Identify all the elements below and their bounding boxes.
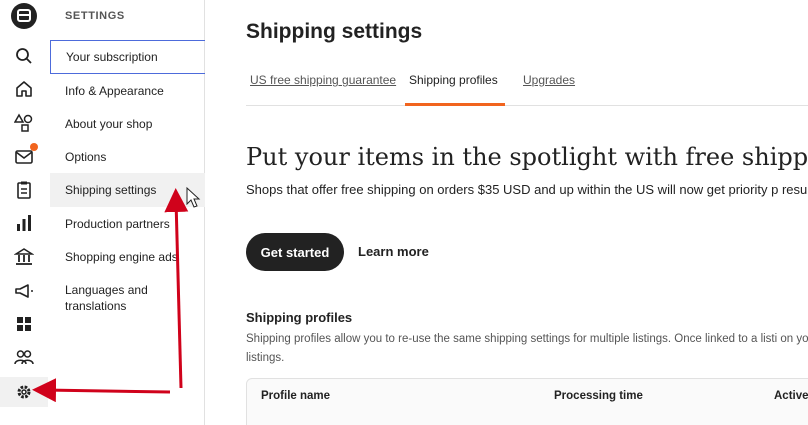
sidebar-item-shopping-engine-ads[interactable]: Shopping engine ads [50, 240, 205, 273]
sidebar-item-shipping-settings[interactable]: Shipping settings [50, 173, 205, 207]
column-header-processing-time[interactable]: Processing time [554, 390, 643, 402]
tab-bar: US free shipping guarantee Shipping prof… [246, 64, 808, 106]
tab-us-free-shipping-guarantee[interactable]: US free shipping guarantee [250, 73, 396, 87]
notification-dot [30, 143, 38, 151]
integrations-icon[interactable] [12, 312, 36, 336]
sidebar-item-options[interactable]: Options [50, 140, 205, 173]
shipping-profiles-title: Shipping profiles [246, 310, 353, 325]
profiles-table: Profile name Processing time Active [246, 378, 808, 425]
orders-icon[interactable] [12, 178, 36, 202]
active-tab-indicator [405, 103, 505, 106]
sidebar-item-production-partners[interactable]: Production partners [50, 207, 205, 240]
finances-icon[interactable] [12, 245, 36, 269]
sidebar-title: SETTINGS [65, 10, 125, 22]
page-title: Shipping settings [246, 20, 423, 43]
sidebar-item-about-your-shop[interactable]: About your shop [50, 107, 205, 140]
stats-icon[interactable] [12, 211, 36, 235]
tab-upgrades[interactable]: Upgrades [523, 73, 575, 87]
gear-icon[interactable] [12, 380, 36, 404]
sidebar-item-your-subscription[interactable]: Your subscription [50, 40, 205, 74]
sidebar-item-info-appearance[interactable]: Info & Appearance [50, 74, 205, 107]
community-icon[interactable] [12, 345, 36, 369]
marketing-icon[interactable] [12, 279, 36, 303]
get-started-button[interactable]: Get started [246, 233, 344, 271]
tab-shipping-profiles[interactable]: Shipping profiles [409, 73, 498, 87]
settings-sidebar: SETTINGS Your subscription Info & Appear… [50, 0, 205, 425]
home-icon[interactable] [12, 77, 36, 101]
shipping-profiles-description: Shipping profiles allow you to re-use th… [246, 333, 808, 364]
icon-rail [0, 0, 48, 425]
column-header-active[interactable]: Active [774, 390, 808, 402]
main-content: Shipping settings US free shipping guara… [205, 0, 808, 425]
sidebar-item-languages-translations[interactable]: Languages and translations [50, 282, 205, 322]
column-header-profile-name[interactable]: Profile name [261, 390, 330, 402]
hero-title: Put your items in the spotlight with fre… [246, 143, 808, 171]
learn-more-link[interactable]: Learn more [358, 244, 429, 259]
listings-icon[interactable] [12, 111, 36, 135]
search-icon[interactable] [12, 44, 36, 68]
hero-description: Shops that offer free shipping on orders… [246, 182, 808, 197]
shop-logo-icon[interactable] [11, 3, 37, 29]
